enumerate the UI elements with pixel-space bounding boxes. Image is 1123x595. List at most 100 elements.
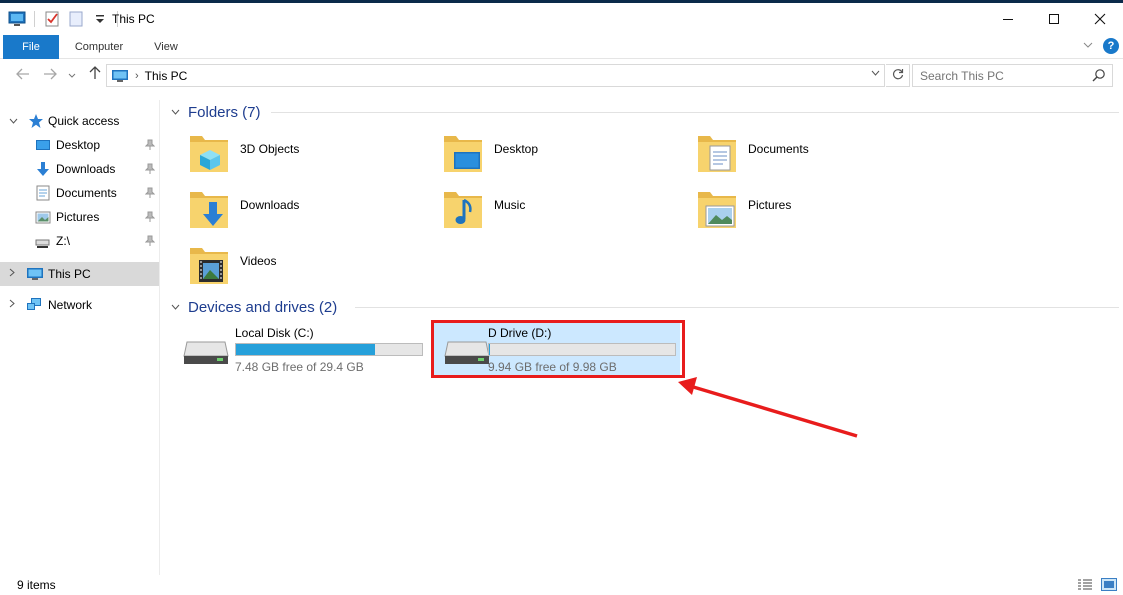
desktop-folder-icon xyxy=(442,132,486,176)
folder-label: Desktop xyxy=(494,142,539,156)
collapsed-chevron-icon[interactable] xyxy=(9,268,15,280)
hard-drive-icon xyxy=(183,340,229,366)
search-box[interactable] xyxy=(912,64,1113,87)
status-bar: 9 items xyxy=(0,575,1123,595)
maximize-icon xyxy=(1049,14,1059,24)
search-input[interactable] xyxy=(920,68,1085,84)
computer-icon[interactable] xyxy=(8,10,26,28)
sidebar-item-z-drive[interactable]: Z:\ xyxy=(0,230,159,252)
drive-usage-fill xyxy=(489,344,490,355)
documents-folder-icon xyxy=(696,132,740,176)
group-collapse-chevron-icon[interactable] xyxy=(171,107,180,118)
expanded-chevron-icon[interactable] xyxy=(9,116,18,127)
close-button[interactable] xyxy=(1077,3,1123,35)
pin-icon[interactable] xyxy=(144,235,156,247)
breadcrumb-separator[interactable]: › xyxy=(135,70,139,82)
document-icon xyxy=(35,185,51,201)
folder-downloads[interactable]: Downloads xyxy=(188,188,428,236)
group-title: Folders (7) xyxy=(188,103,261,121)
folder-desktop[interactable]: Desktop xyxy=(442,132,682,180)
pin-icon[interactable] xyxy=(144,139,156,151)
sidebar-item-label: Network xyxy=(48,298,93,312)
minimize-icon xyxy=(1003,19,1013,20)
recent-locations-button[interactable] xyxy=(62,66,82,86)
sidebar-item-label: Z:\ xyxy=(56,234,70,248)
navigation-pane: Quick access Desktop Downloads Documents… xyxy=(0,100,160,575)
sidebar-item-this-pc[interactable]: This PC xyxy=(0,262,159,286)
refresh-icon xyxy=(892,69,903,80)
sidebar-item-documents[interactable]: Documents xyxy=(0,182,159,204)
minimize-button[interactable] xyxy=(985,3,1031,35)
sidebar-item-network[interactable]: Network xyxy=(0,294,159,316)
tab-file[interactable]: File xyxy=(3,35,59,59)
back-button[interactable] xyxy=(13,66,33,86)
folders-group-header[interactable]: Folders (7) xyxy=(171,101,1121,123)
forward-button[interactable] xyxy=(40,66,60,86)
group-title: Devices and drives (2) xyxy=(188,298,338,316)
up-arrow-icon xyxy=(89,66,101,79)
folder-label: Downloads xyxy=(240,198,300,212)
group-collapse-chevron-icon[interactable] xyxy=(171,302,180,313)
sidebar-item-downloads[interactable]: Downloads xyxy=(0,158,159,180)
chevron-down-icon xyxy=(68,73,76,78)
sidebar-item-label: Downloads xyxy=(56,162,116,176)
tab-view[interactable]: View xyxy=(143,35,189,59)
maximize-button[interactable] xyxy=(1031,3,1077,35)
tab-computer[interactable]: Computer xyxy=(66,35,132,59)
pin-icon[interactable] xyxy=(144,163,156,175)
folder-label: Videos xyxy=(240,254,277,268)
downloads-folder-icon xyxy=(188,188,232,232)
window-controls xyxy=(985,3,1123,35)
refresh-button[interactable] xyxy=(886,64,910,87)
ribbon: File Computer View ? xyxy=(0,35,1123,59)
sidebar-item-pictures[interactable]: Pictures xyxy=(0,206,159,228)
pin-icon[interactable] xyxy=(144,211,156,223)
drive-d[interactable]: D Drive (D:) 9.94 GB free of 9.98 GB xyxy=(434,322,680,376)
drive-label: D Drive (D:) xyxy=(488,326,552,340)
3d-objects-folder-icon xyxy=(188,132,232,176)
collapsed-chevron-icon[interactable] xyxy=(9,299,15,311)
expand-ribbon-chevron-icon[interactable] xyxy=(1083,40,1093,52)
address-dropdown-icon[interactable] xyxy=(871,68,880,79)
details-view-icon[interactable] xyxy=(1077,578,1093,591)
navigation-row: › This PC xyxy=(0,62,1123,90)
drive-label: Local Disk (C:) xyxy=(235,326,314,340)
address-bar[interactable]: › This PC xyxy=(106,64,885,87)
view-switcher xyxy=(1077,578,1117,591)
folder-label: Music xyxy=(494,198,526,212)
new-folder-icon[interactable] xyxy=(67,10,85,28)
music-folder-icon xyxy=(442,188,486,232)
properties-icon[interactable] xyxy=(43,10,61,28)
sidebar-item-label: Pictures xyxy=(56,210,100,224)
up-button[interactable] xyxy=(85,66,105,86)
sidebar-item-label: This PC xyxy=(48,267,91,281)
breadcrumb-this-pc[interactable]: This PC xyxy=(145,69,188,83)
folder-videos[interactable]: Videos xyxy=(188,244,428,292)
back-arrow-icon xyxy=(16,68,29,80)
help-button[interactable]: ? xyxy=(1103,38,1119,54)
drive-usage-bar xyxy=(488,343,676,356)
sidebar-item-desktop[interactable]: Desktop xyxy=(0,134,159,156)
drive-free-space: 9.94 GB free of 9.98 GB xyxy=(488,360,617,374)
quick-access-toolbar xyxy=(8,9,120,29)
videos-folder-icon xyxy=(188,244,232,288)
pin-icon[interactable] xyxy=(144,187,156,199)
picture-icon xyxy=(35,209,51,225)
desktop-icon xyxy=(35,137,51,153)
folder-music[interactable]: Music xyxy=(442,188,682,236)
customize-dropdown-icon[interactable] xyxy=(91,10,109,28)
devices-group-header[interactable]: Devices and drives (2) xyxy=(171,296,1121,318)
large-icons-view-icon[interactable] xyxy=(1101,578,1117,591)
search-icon[interactable] xyxy=(1092,68,1106,82)
folder-label: 3D Objects xyxy=(240,142,300,156)
folder-pictures[interactable]: Pictures xyxy=(696,188,936,236)
folder-documents[interactable]: Documents xyxy=(696,132,936,180)
item-count: 9 items xyxy=(17,578,56,592)
this-pc-icon xyxy=(111,69,129,83)
folder-3d-objects[interactable]: 3D Objects xyxy=(188,132,428,180)
sidebar-item-quick-access[interactable]: Quick access xyxy=(0,110,159,132)
close-icon xyxy=(1094,13,1106,25)
drive-usage-bar xyxy=(235,343,423,356)
drive-local-disk-c[interactable]: Local Disk (C:) 7.48 GB free of 29.4 GB xyxy=(173,322,423,376)
star-icon xyxy=(28,113,44,129)
